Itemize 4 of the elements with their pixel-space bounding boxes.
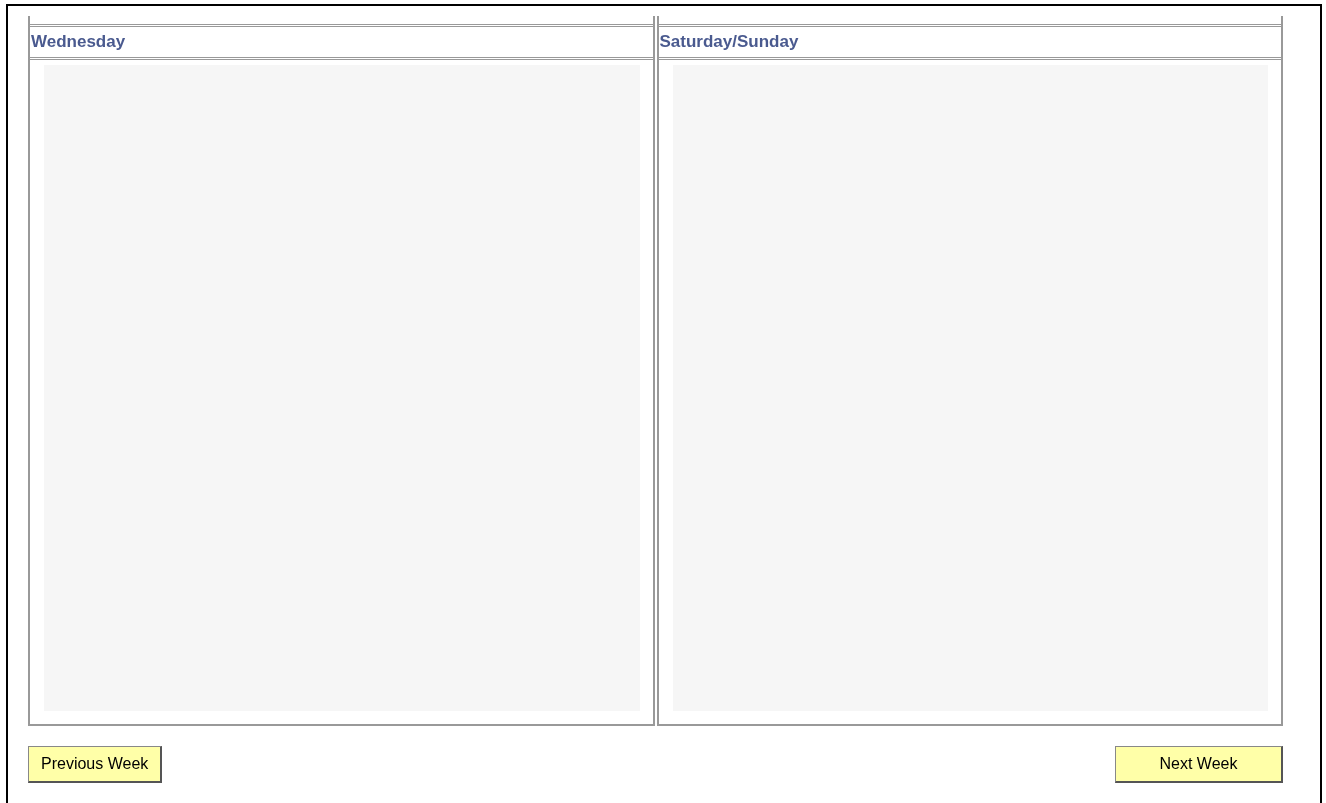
- day-heading: Wednesday: [31, 32, 126, 52]
- previous-week-button[interactable]: Previous Week: [28, 746, 163, 783]
- next-week-button[interactable]: Next Week: [1115, 746, 1283, 783]
- day-heading: Saturday/Sunday: [659, 32, 799, 52]
